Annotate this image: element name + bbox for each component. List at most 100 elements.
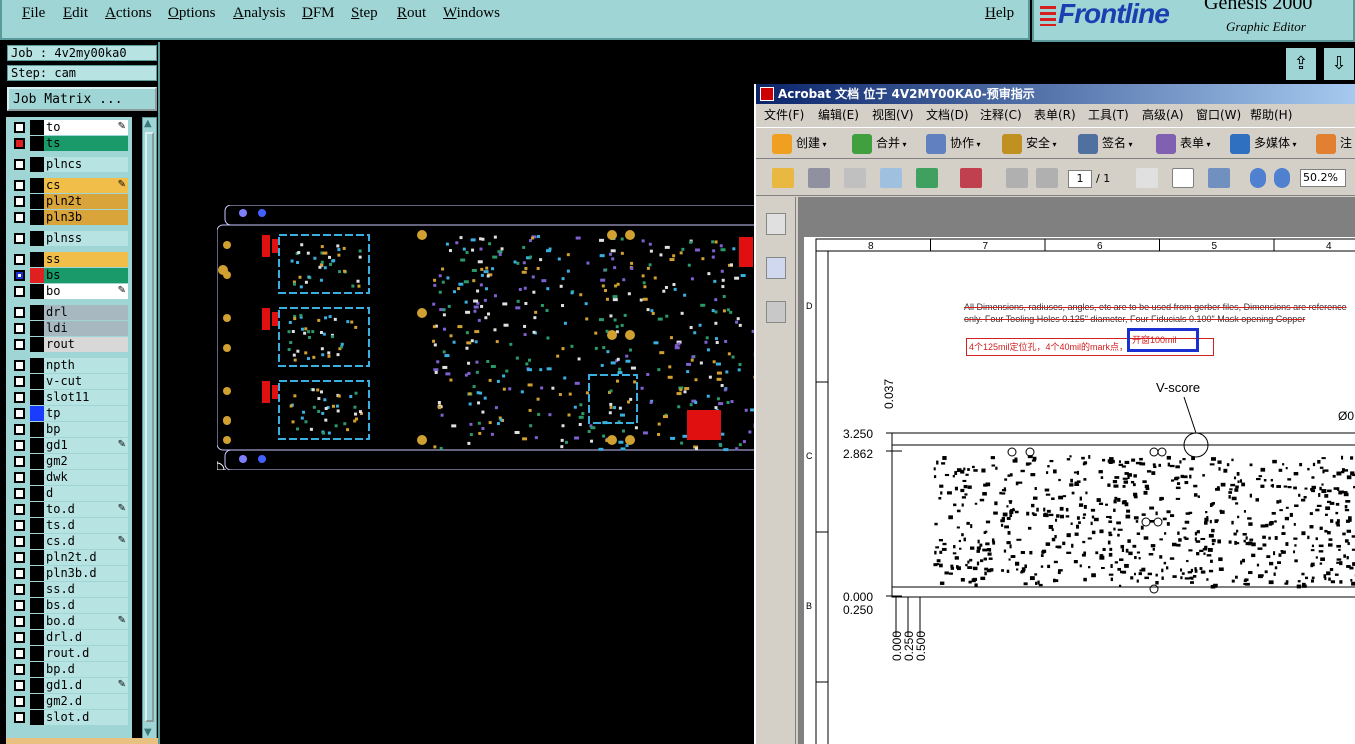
layer-checkbox[interactable]	[14, 392, 25, 403]
layer-color-swatch[interactable]	[30, 305, 44, 320]
layer-row[interactable]: cs ✎	[6, 178, 132, 193]
layer-checkbox[interactable]	[14, 376, 25, 387]
layer-row[interactable]: to.d ✎	[6, 502, 132, 517]
layer-row[interactable]: plncs	[6, 157, 132, 172]
layer-checkbox[interactable]	[14, 504, 25, 515]
layer-row[interactable]: ts	[6, 136, 132, 151]
toolbar-collaborate[interactable]: 协作 ▾	[926, 133, 981, 155]
menu-analysis[interactable]: Analysis	[233, 5, 286, 22]
layer-checkbox[interactable]	[14, 520, 25, 531]
toolbar-comment[interactable]: 注	[1316, 133, 1352, 154]
layer-name[interactable]: rout	[44, 337, 128, 352]
layer-checkbox[interactable]	[14, 648, 25, 659]
layer-name[interactable]: bo.d	[44, 614, 128, 629]
layer-row[interactable]: d	[6, 486, 132, 501]
layer-checkbox[interactable]	[14, 270, 25, 281]
layer-row[interactable]: bo ✎	[6, 284, 132, 299]
layer-row[interactable]: plnss	[6, 231, 132, 246]
layer-name[interactable]: plnss	[44, 231, 128, 246]
layer-color-swatch[interactable]	[30, 194, 44, 209]
layer-row[interactable]: rout	[6, 337, 132, 352]
layer-row[interactable]: ss	[6, 252, 132, 267]
layer-row[interactable]: ss.d	[6, 582, 132, 597]
layer-name[interactable]: plncs	[44, 157, 128, 172]
layer-checkbox[interactable]	[14, 440, 25, 451]
acrobat-menu-item[interactable]: 高级(A)	[1142, 104, 1184, 126]
layer-row[interactable]: npth	[6, 358, 132, 373]
layer-color-swatch[interactable]	[30, 321, 44, 336]
menu-dfm[interactable]: DFM	[302, 5, 335, 22]
layer-color-swatch[interactable]	[30, 710, 44, 725]
layer-color-swatch[interactable]	[30, 136, 44, 151]
select-tool-icon[interactable]	[1136, 168, 1158, 188]
layer-checkbox[interactable]	[14, 696, 25, 707]
layer-checkbox[interactable]	[14, 233, 25, 244]
layer-row[interactable]: pln3b.d	[6, 566, 132, 581]
layer-scrollbar[interactable]: ▲ ▼	[142, 117, 157, 739]
layer-row[interactable]: bp	[6, 422, 132, 437]
layer-color-swatch[interactable]	[30, 358, 44, 373]
layer-color-swatch[interactable]	[30, 454, 44, 469]
acrobat-menu-item[interactable]: 工具(T)	[1088, 104, 1129, 126]
acrobat-menu-item[interactable]: 编辑(E)	[818, 104, 859, 126]
layer-checkbox[interactable]	[14, 307, 25, 318]
layer-name[interactable]: drl	[44, 305, 128, 320]
layer-color-swatch[interactable]	[30, 566, 44, 581]
layer-name[interactable]: ss	[44, 252, 128, 267]
layer-color-swatch[interactable]	[30, 210, 44, 225]
layer-name[interactable]: slot.d	[44, 710, 128, 725]
menu-options[interactable]: Options	[168, 5, 216, 22]
layer-checkbox[interactable]	[14, 456, 25, 467]
menu-step[interactable]: Step	[351, 5, 378, 22]
layer-checkbox[interactable]	[14, 212, 25, 223]
layer-checkbox[interactable]	[14, 600, 25, 611]
layer-name[interactable]: pln2t.d	[44, 550, 128, 565]
layer-name[interactable]: to.d	[44, 502, 128, 517]
layer-color-swatch[interactable]	[30, 646, 44, 661]
toolbar-lock[interactable]: 安全 ▾	[1002, 133, 1057, 155]
job-matrix-button[interactable]: Job Matrix ...	[7, 87, 157, 111]
layer-name[interactable]: drl.d	[44, 630, 128, 645]
acrobat-menu-item[interactable]: 视图(V)	[872, 104, 914, 126]
layer-row[interactable]: bs.d	[6, 598, 132, 613]
layer-row[interactable]: dwk	[6, 470, 132, 485]
layer-color-swatch[interactable]	[30, 502, 44, 517]
menu-rout[interactable]: Rout	[397, 5, 426, 22]
layer-color-swatch[interactable]	[30, 614, 44, 629]
layer-checkbox[interactable]	[14, 616, 25, 627]
signatures-icon[interactable]	[766, 301, 786, 323]
acrobat-titlebar[interactable]: Acrobat 文档 位于 4V2MY00KA0-预审指示	[756, 84, 1355, 104]
layer-checkbox[interactable]	[14, 536, 25, 547]
layer-checkbox[interactable]	[14, 472, 25, 483]
layer-color-swatch[interactable]	[30, 550, 44, 565]
save-icon[interactable]	[844, 168, 866, 188]
menu-actions[interactable]: Actions	[105, 5, 152, 22]
upload-icon[interactable]: ⇪	[1284, 46, 1318, 82]
layer-checkbox[interactable]	[14, 196, 25, 207]
layer-name[interactable]: bp.d	[44, 662, 128, 677]
layer-checkbox[interactable]	[14, 712, 25, 723]
layer-checkbox[interactable]	[14, 424, 25, 435]
layer-checkbox[interactable]	[14, 323, 25, 334]
layer-row[interactable]: tp	[6, 406, 132, 421]
scroll-down-icon[interactable]: ▼	[144, 727, 152, 738]
email-icon[interactable]	[880, 168, 902, 188]
layer-row[interactable]: v-cut	[6, 374, 132, 389]
menu-file[interactable]: File	[22, 5, 45, 22]
toolbar-create[interactable]: 创建 ▾	[772, 133, 827, 155]
layer-name[interactable]: bs.d	[44, 598, 128, 613]
layer-checkbox[interactable]	[14, 138, 25, 149]
layer-checkbox[interactable]	[14, 339, 25, 350]
layer-checkbox[interactable]	[14, 122, 25, 133]
menu-edit[interactable]: Edit	[63, 5, 88, 22]
toolbar-pen[interactable]: 签名 ▾	[1078, 133, 1133, 155]
layer-color-swatch[interactable]	[30, 390, 44, 405]
document-view[interactable]: 8 7 6 5 4 D C B All Dimensions, radiuses, angle…	[798, 197, 1355, 744]
layer-checkbox[interactable]	[14, 408, 25, 419]
layer-name[interactable]: gd1	[44, 438, 128, 453]
layer-row[interactable]: gd1.d ✎	[6, 678, 132, 693]
layer-name[interactable]: ss.d	[44, 582, 128, 597]
layer-row[interactable]: rout.d	[6, 646, 132, 661]
layer-row[interactable]: to ✎	[6, 120, 132, 135]
layer-checkbox[interactable]	[14, 552, 25, 563]
